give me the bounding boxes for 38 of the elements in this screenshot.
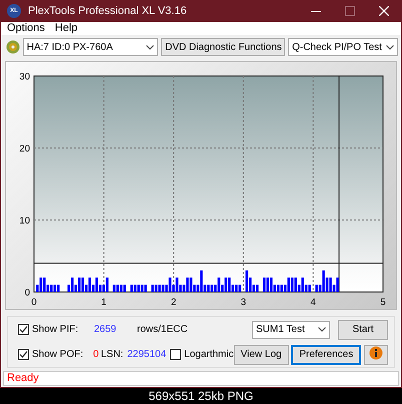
lsn-value: 2295104: [127, 348, 166, 362]
x-tick-label: 1: [101, 297, 106, 308]
dialog-button[interactable]: Start: [338, 320, 388, 340]
test-mode-dropdown[interactable]: SUM1 Test: [252, 320, 330, 338]
menu-item[interactable]: Help: [54, 22, 78, 35]
checkbox[interactable]: [18, 324, 29, 335]
drive-dropdown[interactable]: HA:7 ID:0 PX-760A: [22, 38, 158, 56]
disc-icon: [6, 40, 20, 54]
logarithmic-label: Logarthmic: [184, 348, 234, 362]
y-tick-label: 0: [24, 288, 30, 298]
x-tick-label: 2: [170, 297, 176, 308]
image-caption: 569x551 25kb PNG: [148, 388, 254, 404]
maximize-icon: [345, 6, 355, 16]
y-tick-label: 10: [19, 216, 30, 226]
info-button[interactable]: [364, 344, 388, 364]
x-tick-label: 3: [240, 297, 246, 308]
dialog-button[interactable]: View Log: [234, 344, 289, 364]
info-icon: [369, 346, 383, 360]
x-tick-label: 0: [31, 297, 37, 308]
y-tick-label: 30: [19, 72, 30, 82]
y-tick-label: 20: [19, 144, 30, 154]
lsn-label: LSN:: [100, 348, 124, 362]
x-tick-label: 4: [310, 297, 316, 308]
pof-value: 0: [93, 348, 99, 362]
pof-label: Show POF:: [32, 348, 84, 362]
window-title: PlexTools Professional XL V3.16: [28, 4, 188, 19]
x-tick-label: 5: [380, 297, 386, 308]
checkbox[interactable]: [170, 349, 182, 360]
pif-value: 2659: [94, 323, 118, 337]
unit-label: rows/1ECC: [137, 323, 188, 337]
function-dropdown[interactable]: DVD Diagnostic Functions: [161, 38, 286, 56]
test-dropdown[interactable]: Q-Check PI/PO Test: [288, 38, 398, 56]
checkbox[interactable]: [18, 349, 29, 360]
close-icon: [379, 6, 389, 16]
menu-item[interactable]: Options: [7, 22, 45, 35]
dialog-button[interactable]: Preferences: [291, 344, 362, 364]
status-bar: Ready: [3, 371, 399, 386]
pif-label: Show PIF:: [32, 323, 78, 337]
